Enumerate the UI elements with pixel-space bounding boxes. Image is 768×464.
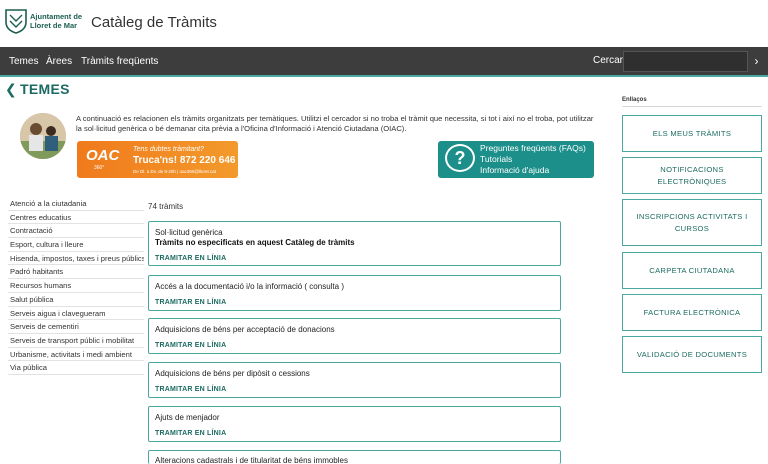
procedure-card[interactable]: Adquisicions de béns per acceptació de d…	[148, 318, 561, 354]
nav-item-arees[interactable]: Àrees	[46, 56, 72, 67]
procedure-title: Accés a la documentació i/o la informaci…	[155, 282, 344, 291]
tramitar-link[interactable]: TRAMITAR EN LÍNIA	[155, 386, 226, 393]
faq-line-2: Tutorials	[480, 154, 513, 164]
oac-banner[interactable]: OAC 360° Tens dubtes tràmitant? Truca'ns…	[77, 141, 238, 178]
theme-list: Atenció a la ciutadania Centres educatiu…	[8, 197, 144, 375]
site-title[interactable]: Catàleg de Tràmits	[91, 14, 217, 31]
theme-item[interactable]: Urbanisme, activitats i medi ambient	[8, 348, 144, 362]
city-logo[interactable]: Ajuntament de Lloret de Mar	[5, 6, 83, 38]
oac-brand-sub: 360°	[94, 165, 105, 171]
procedure-card[interactable]: Accés a la documentació i/o la informaci…	[148, 275, 561, 311]
logo-line-2: Lloret de Mar	[30, 21, 78, 30]
intro-photo	[20, 113, 66, 159]
procedure-title: Sol·licitud genèrica	[155, 228, 223, 237]
page-title-text: TEMES	[20, 81, 70, 97]
back-chevron-icon[interactable]: ❮	[5, 81, 17, 98]
theme-item[interactable]: Centres educatius	[8, 211, 144, 225]
link-els-meus-tramits[interactable]: ELS MEUS TRÀMITS	[622, 115, 762, 152]
theme-item[interactable]: Serveis aigua i clavegueram	[8, 307, 144, 321]
faq-line-3: Informació d'ajuda	[480, 165, 550, 175]
tramitar-link[interactable]: TRAMITAR EN LÍNIA	[155, 430, 226, 437]
nav-item-temes[interactable]: Temes	[9, 56, 38, 67]
link-inscripcions-activitats[interactable]: INSCRIPCIONS ACTIVITATS I CURSOS	[622, 199, 762, 246]
logo-line-1: Ajuntament de	[30, 12, 83, 21]
search-label: Cercar	[593, 55, 624, 66]
procedure-subtitle: Tràmits no especificats en aquest Catàle…	[155, 238, 355, 247]
oac-line-3: De Dl. a Dv. de 8-20h | oac360@lloret.ca…	[133, 169, 216, 174]
site-header: Ajuntament de Lloret de Mar Catàleg de T…	[0, 0, 768, 47]
tramitar-link[interactable]: TRAMITAR EN LÍNIA	[155, 255, 226, 262]
link-notificacions-electroniques[interactable]: NOTIFICACIONS ELECTRÒNIQUES	[622, 157, 762, 194]
procedure-card[interactable]: Sol·licitud genèrica Tràmits no especifi…	[148, 221, 561, 266]
faq-line-1: Preguntes freqüents (FAQs)	[480, 143, 586, 153]
search-submit-chevron-icon[interactable]: ›	[749, 51, 764, 72]
coat-of-arms-icon	[5, 9, 27, 34]
search-input[interactable]	[623, 51, 748, 72]
procedure-title: Ajuts de menjador	[155, 413, 220, 422]
theme-item[interactable]: Contractació	[8, 224, 144, 239]
faq-banner[interactable]: ? Preguntes freqüents (FAQs) Tutorials I…	[438, 141, 594, 178]
link-carpeta-ciutadana[interactable]: CARPETA CIUTADANA	[622, 252, 762, 289]
procedure-card[interactable]: Ajuts de menjador TRAMITAR EN LÍNIA	[148, 406, 561, 442]
procedure-title: Adquisicions de béns per acceptació de d…	[155, 325, 335, 334]
links-divider	[622, 106, 762, 107]
procedure-title: Alteracions cadastrals i de titularitat …	[155, 456, 348, 464]
links-label: Enllaços	[622, 97, 647, 103]
people-photo-icon	[20, 113, 66, 159]
theme-item[interactable]: Serveis de transport públic i mobilitat	[8, 334, 144, 348]
theme-item[interactable]: Salut pública	[8, 293, 144, 307]
page-title: ❮ TEMES	[5, 81, 70, 98]
theme-item[interactable]: Recursos humans	[8, 279, 144, 293]
procedure-count: 74 tràmits	[148, 202, 184, 211]
main-nav: Temes Àrees Tràmits freqüents Cercar ›	[0, 47, 768, 77]
theme-item[interactable]: Hisenda, impostos, taxes i preus públics	[8, 252, 144, 266]
logo-text: Ajuntament de Lloret de Mar	[30, 12, 82, 30]
theme-item[interactable]: Serveis de cementiri	[8, 320, 144, 334]
oac-line-2: Truca'ns! 872 220 646	[133, 155, 236, 166]
oac-brand: OAC	[86, 147, 120, 164]
tramitar-link[interactable]: TRAMITAR EN LÍNIA	[155, 299, 226, 306]
theme-item[interactable]: Via pública	[8, 361, 144, 375]
link-validacio-documents[interactable]: VALIDACIÓ DE DOCUMENTS	[622, 336, 762, 373]
intro-text: A continuació es relacionen els tràmits …	[76, 114, 594, 133]
procedure-card[interactable]: Alteracions cadastrals i de titularitat …	[148, 450, 561, 464]
theme-item[interactable]: Esport, cultura i lleure	[8, 238, 144, 252]
theme-item[interactable]: Atenció a la ciutadania	[8, 197, 144, 211]
procedure-card[interactable]: Adquisicions de béns per dipòsit o cessi…	[148, 362, 561, 398]
question-bubble-icon: ?	[445, 144, 475, 172]
tramitar-link[interactable]: TRAMITAR EN LÍNIA	[155, 342, 226, 349]
theme-item[interactable]: Padró habitants	[8, 265, 144, 280]
procedure-title: Adquisicions de béns per dipòsit o cessi…	[155, 369, 310, 378]
link-factura-electronica[interactable]: FACTURA ELECTRÒNICA	[622, 294, 762, 331]
oac-line-1: Tens dubtes tràmitant?	[133, 146, 204, 153]
nav-item-tramits-frequents[interactable]: Tràmits freqüents	[81, 56, 158, 67]
